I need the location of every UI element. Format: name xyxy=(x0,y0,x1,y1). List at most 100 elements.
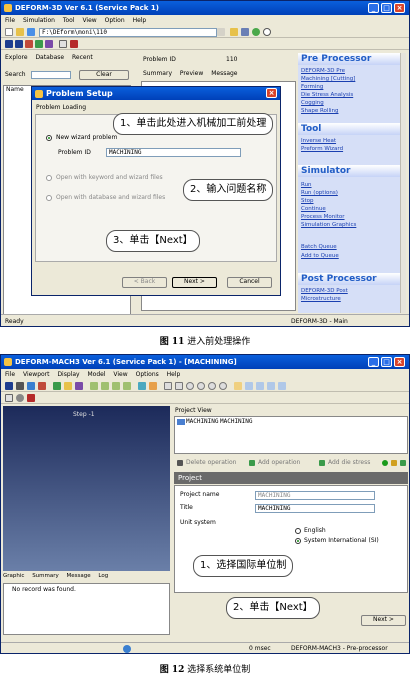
tab-summary[interactable]: Summary xyxy=(143,70,172,77)
menu-options[interactable]: Options xyxy=(136,371,159,378)
link-run[interactable]: Run xyxy=(301,182,312,188)
settings-icon[interactable] xyxy=(16,394,24,402)
link-process-monitor[interactable]: Process Monitor xyxy=(301,214,345,220)
step-icon[interactable] xyxy=(25,40,33,48)
menu-view[interactable]: View xyxy=(113,371,127,378)
unit-option-english[interactable]: English xyxy=(304,527,326,535)
tab-graphic[interactable]: Graphic xyxy=(3,573,24,579)
clear-button[interactable]: Clear xyxy=(79,70,129,80)
fit-icon[interactable] xyxy=(208,382,216,390)
open-icon[interactable] xyxy=(16,28,24,36)
link-batch-queue[interactable]: Batch Queue xyxy=(301,244,337,250)
unit-option-si[interactable]: System International (SI) xyxy=(304,537,379,545)
tab-explore[interactable]: Explore xyxy=(5,54,28,61)
crosshair-icon[interactable] xyxy=(175,382,183,390)
menu-option[interactable]: Option xyxy=(105,17,125,24)
menu-file[interactable]: File xyxy=(5,17,15,24)
zoom-in-icon[interactable] xyxy=(186,382,194,390)
link-inverse-heat[interactable]: Inverse Heat xyxy=(301,138,336,144)
folder-icon[interactable] xyxy=(27,28,35,36)
layout2-icon[interactable] xyxy=(256,382,264,390)
link-die-stress[interactable]: Die Stress Analysis xyxy=(301,92,353,98)
view-side-icon[interactable] xyxy=(112,382,120,390)
radio-database[interactable] xyxy=(46,195,52,201)
save-icon[interactable] xyxy=(241,28,249,36)
title-input[interactable]: MACHINING xyxy=(255,504,375,513)
tab-summary[interactable]: Summary xyxy=(32,573,59,579)
view-front-icon[interactable] xyxy=(90,382,98,390)
option-database[interactable]: Open with database and wizard files xyxy=(56,194,165,202)
reset-view-icon[interactable] xyxy=(219,382,227,390)
graph-icon[interactable] xyxy=(38,382,46,390)
monitor-icon[interactable] xyxy=(35,40,43,48)
add-operation-button[interactable]: Add operation xyxy=(258,459,300,467)
right-panel-scrollbar[interactable] xyxy=(400,53,406,313)
delete-icon[interactable] xyxy=(177,460,183,466)
menu-help[interactable]: Help xyxy=(167,371,181,378)
link-stop[interactable]: Stop xyxy=(301,198,314,204)
zoom-out-icon[interactable] xyxy=(197,382,205,390)
measure-icon[interactable] xyxy=(149,382,157,390)
menu-view[interactable]: View xyxy=(82,17,96,24)
layout4-icon[interactable] xyxy=(278,382,286,390)
maximize-icon[interactable]: □ xyxy=(381,357,392,367)
option-keyword[interactable]: Open with keyword and wizard files xyxy=(56,174,163,182)
mesh-icon[interactable] xyxy=(138,382,146,390)
maximize-icon[interactable]: □ xyxy=(381,3,392,13)
refresh-icon[interactable] xyxy=(252,28,260,36)
menu-help[interactable]: Help xyxy=(133,17,147,24)
image-icon[interactable] xyxy=(27,382,35,390)
pan-icon[interactable] xyxy=(64,382,72,390)
layout3-icon[interactable] xyxy=(267,382,275,390)
tab-preview[interactable]: Preview xyxy=(180,70,203,77)
radio-english[interactable] xyxy=(295,528,301,534)
link-continue[interactable]: Continue xyxy=(301,206,326,212)
save-icon[interactable] xyxy=(5,382,13,390)
graphics-icon[interactable] xyxy=(45,40,53,48)
add-die-stress-button[interactable]: Add die stress xyxy=(328,459,370,467)
rotate-icon[interactable] xyxy=(53,382,61,390)
search-input[interactable] xyxy=(31,71,71,79)
next-button[interactable]: Next > xyxy=(172,277,217,288)
link-add-to-queue[interactable]: Add to Queue xyxy=(301,253,339,259)
menu-tool[interactable]: Tool xyxy=(63,17,75,24)
graphics-viewport[interactable]: Step -1 xyxy=(3,406,170,571)
link-deform-3d-pre[interactable]: DEFORM-3D Pre xyxy=(301,68,345,74)
link-cogging[interactable]: Cogging xyxy=(301,100,324,106)
cancel-button[interactable]: Cancel xyxy=(227,277,272,288)
dialog-close-icon[interactable]: × xyxy=(266,88,277,98)
link-preform-wizard[interactable]: Preform Wizard xyxy=(301,146,343,152)
zoom-icon[interactable] xyxy=(75,382,83,390)
select-icon[interactable] xyxy=(164,382,172,390)
menu-file[interactable]: File xyxy=(5,371,15,378)
delete-operation-button[interactable]: Delete operation xyxy=(186,459,236,467)
link-shape-rolling[interactable]: Shape Rolling xyxy=(301,108,338,114)
tab-database[interactable]: Database xyxy=(35,54,64,61)
close-icon[interactable]: × xyxy=(394,357,405,367)
radio-si[interactable] xyxy=(295,538,301,544)
help-icon[interactable] xyxy=(5,394,13,402)
project-name-input[interactable]: MACHINING xyxy=(255,491,375,500)
tab-recent[interactable]: Recent xyxy=(72,54,93,61)
close-icon[interactable]: × xyxy=(394,3,405,13)
menu-simulation[interactable]: Simulation xyxy=(23,17,55,24)
option-new-wizard[interactable]: New wizard problem xyxy=(56,134,117,142)
exit-icon[interactable] xyxy=(27,394,35,402)
link-deform-3d-post[interactable]: DEFORM-3D Post xyxy=(301,288,348,294)
tab-message[interactable]: Message xyxy=(211,70,237,77)
tab-log[interactable]: Log xyxy=(98,573,108,579)
link-forming[interactable]: Forming xyxy=(301,84,323,90)
tab-message[interactable]: Message xyxy=(67,573,91,579)
minimize-icon[interactable]: _ xyxy=(368,3,379,13)
view-top-icon[interactable] xyxy=(101,382,109,390)
problem-id-input[interactable]: MACHINING xyxy=(106,148,241,157)
folder-up-icon[interactable] xyxy=(230,28,238,36)
play-icon[interactable] xyxy=(5,40,13,48)
print-icon[interactable] xyxy=(16,382,24,390)
exit-icon[interactable] xyxy=(70,40,78,48)
tree-item-2[interactable]: MACHINING xyxy=(220,418,253,426)
add-die-icon[interactable] xyxy=(319,460,325,466)
help-icon[interactable] xyxy=(59,40,67,48)
view-iso-icon[interactable] xyxy=(123,382,131,390)
new-icon[interactable] xyxy=(5,28,13,36)
